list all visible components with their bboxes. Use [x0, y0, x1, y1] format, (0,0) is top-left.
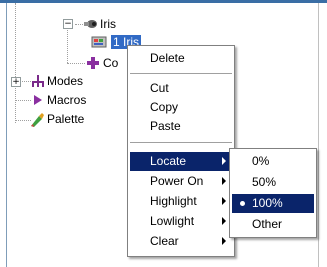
radio-bullet-icon: [240, 201, 245, 206]
menu-item-label: Power On: [150, 174, 204, 188]
menu-item-label: Clear: [150, 234, 179, 248]
submenu-arrow-icon: [222, 157, 226, 165]
submenu-item-other[interactable]: Other: [232, 215, 314, 234]
context-menu: Delete Cut Copy Paste Locate Power On Hi…: [127, 45, 235, 257]
menu-item-highlight[interactable]: Highlight: [130, 192, 232, 211]
submenu-arrow-icon: [222, 217, 226, 225]
collapse-iris-expander[interactable]: −: [63, 19, 73, 29]
tree-line: [67, 63, 85, 64]
modes-icon: [31, 74, 45, 91]
tree-line: [15, 3, 16, 123]
menu-item-label: Lowlight: [150, 214, 195, 228]
submenu-arrow-icon: [222, 177, 226, 185]
panel-right-border: [318, 3, 319, 267]
tree-node-macros[interactable]: Macros: [47, 93, 86, 107]
menu-item-power-on[interactable]: Power On: [130, 172, 232, 191]
play-icon: [33, 94, 43, 109]
menu-item-cut[interactable]: Cut: [130, 79, 232, 98]
menu-item-copy[interactable]: Copy: [130, 98, 232, 117]
submenu-item-0-percent[interactable]: 0%: [232, 152, 314, 171]
menu-item-label: Paste: [150, 119, 181, 133]
menu-item-clear[interactable]: Clear: [130, 232, 232, 251]
camera-icon: [83, 18, 99, 33]
tree-line: [15, 100, 31, 101]
menu-item-label: Locate: [150, 154, 187, 168]
submenu-item-50-percent[interactable]: 50%: [232, 173, 314, 192]
submenu-arrow-icon: [222, 197, 226, 205]
menu-item-paste[interactable]: Paste: [130, 117, 232, 136]
menu-separator: [130, 73, 232, 74]
tree-line: [67, 23, 68, 63]
menu-item-label: Other: [252, 217, 283, 231]
menu-item-label: 0%: [252, 154, 270, 168]
menu-separator: [130, 142, 232, 143]
menu-item-delete[interactable]: Delete: [130, 49, 232, 68]
add-icon: [87, 57, 99, 72]
submenu-arrow-icon: [222, 237, 226, 245]
menu-item-lowlight[interactable]: Lowlight: [130, 212, 232, 231]
menu-item-label: Highlight: [150, 194, 197, 208]
fixture-icon: [91, 35, 109, 52]
expand-modes-expander[interactable]: +: [11, 77, 21, 87]
menu-item-locate[interactable]: Locate: [130, 152, 232, 171]
menu-item-label: Cut: [150, 81, 169, 95]
menu-item-label: Copy: [150, 100, 179, 114]
locate-submenu: 0% 50% 100% Other: [229, 148, 317, 238]
tree-node-iris[interactable]: Iris: [100, 17, 116, 31]
menu-item-label: 100%: [252, 196, 283, 210]
menu-item-label: Delete: [150, 51, 185, 65]
palette-icon: [29, 112, 45, 131]
tree-node-modes[interactable]: Modes: [47, 74, 83, 88]
submenu-item-100-percent[interactable]: 100%: [232, 194, 314, 213]
tree-node-co[interactable]: Co: [103, 56, 118, 70]
tree-node-palette[interactable]: Palette: [47, 112, 84, 126]
menu-item-label: 50%: [252, 175, 277, 189]
